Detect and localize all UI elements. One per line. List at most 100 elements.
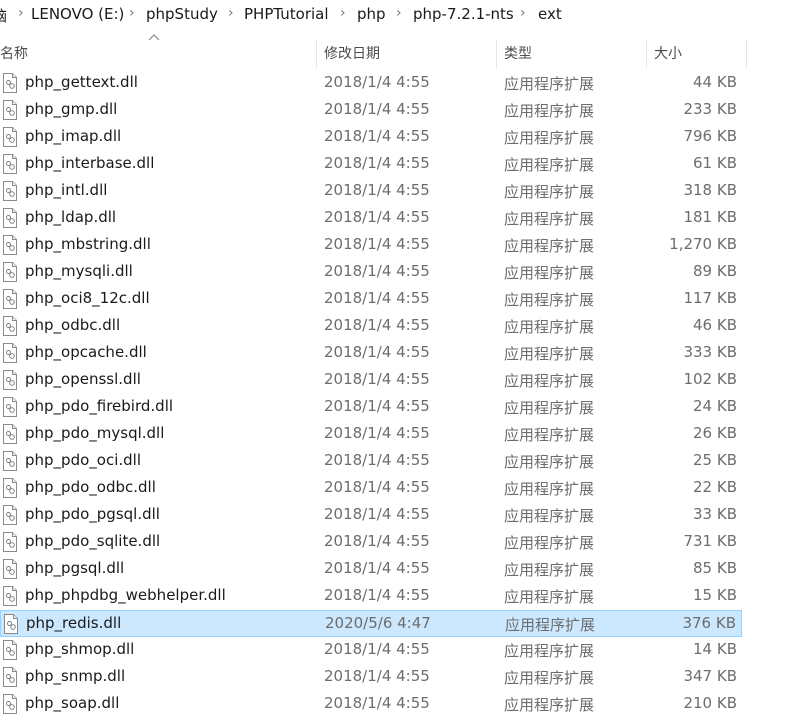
file-row[interactable]: php_interbase.dll 2018/1/4 4:55 应用程序扩展 61 K… bbox=[0, 151, 742, 178]
file-type: 应用程序扩展 bbox=[505, 616, 596, 634]
dll-file-icon bbox=[3, 586, 17, 606]
file-modified-date: 2018/1/4 4:55 bbox=[324, 100, 430, 118]
dll-file-icon bbox=[3, 73, 17, 93]
file-type: 应用程序扩展 bbox=[504, 129, 595, 147]
file-size: 1,270 KB bbox=[669, 235, 737, 253]
file-size: 333 KB bbox=[683, 343, 737, 361]
file-type: 应用程序扩展 bbox=[504, 156, 595, 174]
file-row[interactable]: php_soap.dll 2018/1/4 4:55 应用程序扩展 210 KB bbox=[0, 691, 742, 718]
file-size: 14 KB bbox=[693, 640, 737, 658]
file-row[interactable]: php_pdo_oci.dll 2018/1/4 4:55 应用程序扩展 25 KB bbox=[0, 448, 742, 475]
file-name: php_intl.dll bbox=[25, 181, 108, 199]
file-row[interactable]: php_pdo_odbc.dll 2018/1/4 4:55 应用程序扩展 22 KB bbox=[0, 475, 742, 502]
file-modified-date: 2018/1/4 4:55 bbox=[324, 694, 430, 712]
dll-file-icon bbox=[3, 451, 17, 471]
chevron-right-icon[interactable]: › bbox=[129, 5, 135, 21]
file-type: 应用程序扩展 bbox=[504, 696, 595, 714]
file-type: 应用程序扩展 bbox=[504, 669, 595, 687]
file-row[interactable]: php_redis.dll 2020/5/6 4:47 应用程序扩展 376 KB bbox=[0, 610, 742, 637]
file-name: php_gmp.dll bbox=[25, 100, 118, 118]
file-modified-date: 2018/1/4 4:55 bbox=[324, 370, 430, 388]
chevron-right-icon[interactable]: › bbox=[18, 5, 24, 21]
breadcrumb-item[interactable]: php-7.2.1-nts bbox=[413, 5, 514, 23]
file-name: php_mbstring.dll bbox=[25, 235, 151, 253]
column-header-name[interactable]: 名称 bbox=[0, 40, 28, 68]
file-modified-date: 2018/1/4 4:55 bbox=[324, 559, 430, 577]
column-header-size[interactable]: 大小 bbox=[654, 40, 682, 68]
file-row[interactable]: php_openssl.dll 2018/1/4 4:55 应用程序扩展 102 KB bbox=[0, 367, 742, 394]
file-name: php_pgsql.dll bbox=[25, 559, 125, 577]
file-row[interactable]: php_pdo_firebird.dll 2018/1/4 4:55 应用程序扩展 2… bbox=[0, 394, 742, 421]
chevron-right-icon[interactable]: › bbox=[520, 5, 526, 21]
file-type: 应用程序扩展 bbox=[504, 399, 595, 417]
dll-file-icon bbox=[3, 289, 17, 309]
file-name: php_pdo_mysql.dll bbox=[25, 424, 165, 442]
file-name: php_shmop.dll bbox=[25, 640, 135, 658]
column-header-type[interactable]: 类型 bbox=[504, 40, 532, 68]
file-type: 应用程序扩展 bbox=[504, 453, 595, 471]
file-row[interactable]: php_pdo_pgsql.dll 2018/1/4 4:55 应用程序扩展 33 K… bbox=[0, 502, 742, 529]
column-divider[interactable] bbox=[746, 40, 747, 68]
breadcrumb-item[interactable]: ext bbox=[538, 5, 562, 23]
file-name: php_pdo_oci.dll bbox=[25, 451, 141, 469]
file-row[interactable]: php_shmop.dll 2018/1/4 4:55 应用程序扩展 14 KB bbox=[0, 637, 742, 664]
file-name: php_imap.dll bbox=[25, 127, 122, 145]
file-name: php_pdo_pgsql.dll bbox=[25, 505, 160, 523]
breadcrumb-item[interactable]: phpStudy bbox=[146, 5, 218, 23]
file-type: 应用程序扩展 bbox=[504, 561, 595, 579]
file-row[interactable]: php_mysqli.dll 2018/1/4 4:55 应用程序扩展 89 KB bbox=[0, 259, 742, 286]
file-size: 61 KB bbox=[693, 154, 737, 172]
breadcrumb-item[interactable]: php bbox=[357, 5, 386, 23]
chevron-right-icon[interactable]: › bbox=[340, 5, 346, 21]
dll-file-icon bbox=[3, 343, 17, 363]
file-size: 796 KB bbox=[683, 127, 737, 145]
file-modified-date: 2018/1/4 4:55 bbox=[324, 154, 430, 172]
column-divider[interactable] bbox=[496, 40, 497, 68]
file-modified-date: 2018/1/4 4:55 bbox=[324, 181, 430, 199]
file-type: 应用程序扩展 bbox=[504, 291, 595, 309]
file-row[interactable]: php_phpdbg_webhelper.dll 2018/1/4 4:55 应用程… bbox=[0, 583, 742, 610]
chevron-right-icon[interactable]: › bbox=[228, 5, 234, 21]
file-row[interactable]: php_pdo_sqlite.dll 2018/1/4 4:55 应用程序扩展 731… bbox=[0, 529, 742, 556]
dll-file-icon bbox=[3, 478, 17, 498]
file-row[interactable]: php_opcache.dll 2018/1/4 4:55 应用程序扩展 333 KB bbox=[0, 340, 742, 367]
file-name: php_ldap.dll bbox=[25, 208, 117, 226]
dll-file-icon bbox=[3, 181, 17, 201]
dll-file-icon bbox=[3, 424, 17, 444]
breadcrumb-item[interactable]: LENOVO (E:) bbox=[31, 5, 124, 23]
file-row[interactable]: php_snmp.dll 2018/1/4 4:55 应用程序扩展 347 KB bbox=[0, 664, 742, 691]
file-row[interactable]: php_pgsql.dll 2018/1/4 4:55 应用程序扩展 85 KB bbox=[0, 556, 742, 583]
dll-file-icon bbox=[3, 370, 17, 390]
file-modified-date: 2018/1/4 4:55 bbox=[324, 586, 430, 604]
breadcrumb-item[interactable]: 脑 bbox=[0, 5, 7, 26]
file-row[interactable]: php_imap.dll 2018/1/4 4:55 应用程序扩展 796 KB bbox=[0, 124, 742, 151]
breadcrumb: 脑 › LENOVO (E:) › phpStudy › PHPTutorial › php › p… bbox=[0, 0, 790, 30]
file-type: 应用程序扩展 bbox=[504, 588, 595, 606]
file-name: php_pdo_sqlite.dll bbox=[25, 532, 161, 550]
file-modified-date: 2018/1/4 4:55 bbox=[324, 505, 430, 523]
column-header-date[interactable]: 修改日期 bbox=[324, 40, 380, 68]
file-row[interactable]: php_odbc.dll 2018/1/4 4:55 应用程序扩展 46 KB bbox=[0, 313, 742, 340]
file-row[interactable]: php_gettext.dll 2018/1/4 4:55 应用程序扩展 44 KB bbox=[0, 70, 742, 97]
file-row[interactable]: php_ldap.dll 2018/1/4 4:55 应用程序扩展 181 KB bbox=[0, 205, 742, 232]
file-row[interactable]: php_intl.dll 2018/1/4 4:55 应用程序扩展 318 KB bbox=[0, 178, 742, 205]
file-type: 应用程序扩展 bbox=[504, 264, 595, 282]
breadcrumb-item[interactable]: PHPTutorial bbox=[244, 5, 329, 23]
file-size: 731 KB bbox=[683, 532, 737, 550]
file-size: 89 KB bbox=[693, 262, 737, 280]
file-row[interactable]: php_gmp.dll 2018/1/4 4:55 应用程序扩展 233 KB bbox=[0, 97, 742, 124]
dll-file-icon bbox=[4, 614, 18, 634]
file-type: 应用程序扩展 bbox=[504, 210, 595, 228]
file-type: 应用程序扩展 bbox=[504, 480, 595, 498]
dll-file-icon bbox=[3, 262, 17, 282]
file-modified-date: 2018/1/4 4:55 bbox=[324, 532, 430, 550]
file-row[interactable]: php_pdo_mysql.dll 2018/1/4 4:55 应用程序扩展 26 K… bbox=[0, 421, 742, 448]
dll-file-icon bbox=[3, 694, 17, 714]
chevron-right-icon[interactable]: › bbox=[396, 5, 402, 21]
column-divider[interactable] bbox=[646, 40, 647, 68]
file-row[interactable]: php_oci8_12c.dll 2018/1/4 4:55 应用程序扩展 117 K… bbox=[0, 286, 742, 313]
file-row[interactable]: php_mbstring.dll 2018/1/4 4:55 应用程序扩展 1,270… bbox=[0, 232, 742, 259]
file-modified-date: 2018/1/4 4:55 bbox=[324, 343, 430, 361]
column-divider[interactable] bbox=[316, 40, 317, 68]
file-type: 应用程序扩展 bbox=[504, 318, 595, 336]
